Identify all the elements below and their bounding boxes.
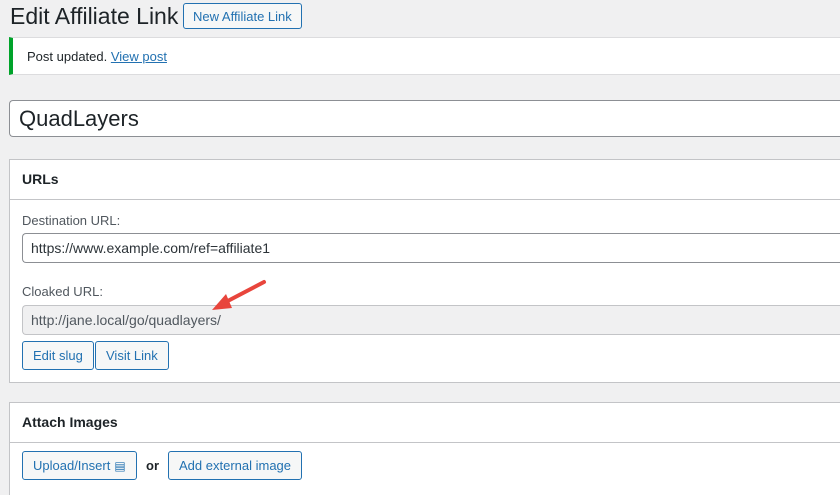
urls-heading[interactable]: URLs — [10, 160, 840, 200]
page-title: Edit Affiliate Link — [10, 3, 179, 29]
or-separator: or — [146, 458, 159, 473]
destination-url-input[interactable]: https://www.example.com/ref=affiliate1 — [22, 233, 840, 263]
add-external-image-button[interactable]: Add external image — [168, 451, 303, 480]
notice-text: Post updated. — [27, 49, 108, 64]
cloaked-url-label: Cloaked URL: — [22, 284, 103, 299]
attach-images-heading[interactable]: Attach Images — [10, 403, 840, 443]
media-icon: ▤ — [114, 459, 126, 473]
view-post-link[interactable]: View post — [111, 49, 167, 64]
upload-insert-label: Upload/Insert — [33, 458, 111, 473]
destination-url-label: Destination URL: — [22, 213, 121, 228]
visit-link-button[interactable]: Visit Link — [95, 341, 169, 370]
title-input[interactable]: QuadLayers — [9, 100, 840, 137]
annotation-arrow-icon — [212, 280, 266, 310]
cloaked-url-input[interactable]: http://jane.local/go/quadlayers/ — [22, 305, 840, 335]
edit-slug-button[interactable]: Edit slug — [22, 341, 94, 370]
attach-images-postbox: Attach Images Upload/Insert ▤ or Add exte… — [9, 402, 840, 495]
edit-affiliate-link-page: Edit Affiliate Link New Affiliate Link P… — [0, 0, 840, 495]
urls-postbox: URLs Destination URL: https://www.exampl… — [9, 159, 840, 383]
post-updated-notice: Post updated. View post — [9, 37, 840, 75]
new-affiliate-link-button[interactable]: New Affiliate Link — [183, 3, 302, 29]
upload-insert-button[interactable]: Upload/Insert ▤ — [22, 451, 137, 480]
